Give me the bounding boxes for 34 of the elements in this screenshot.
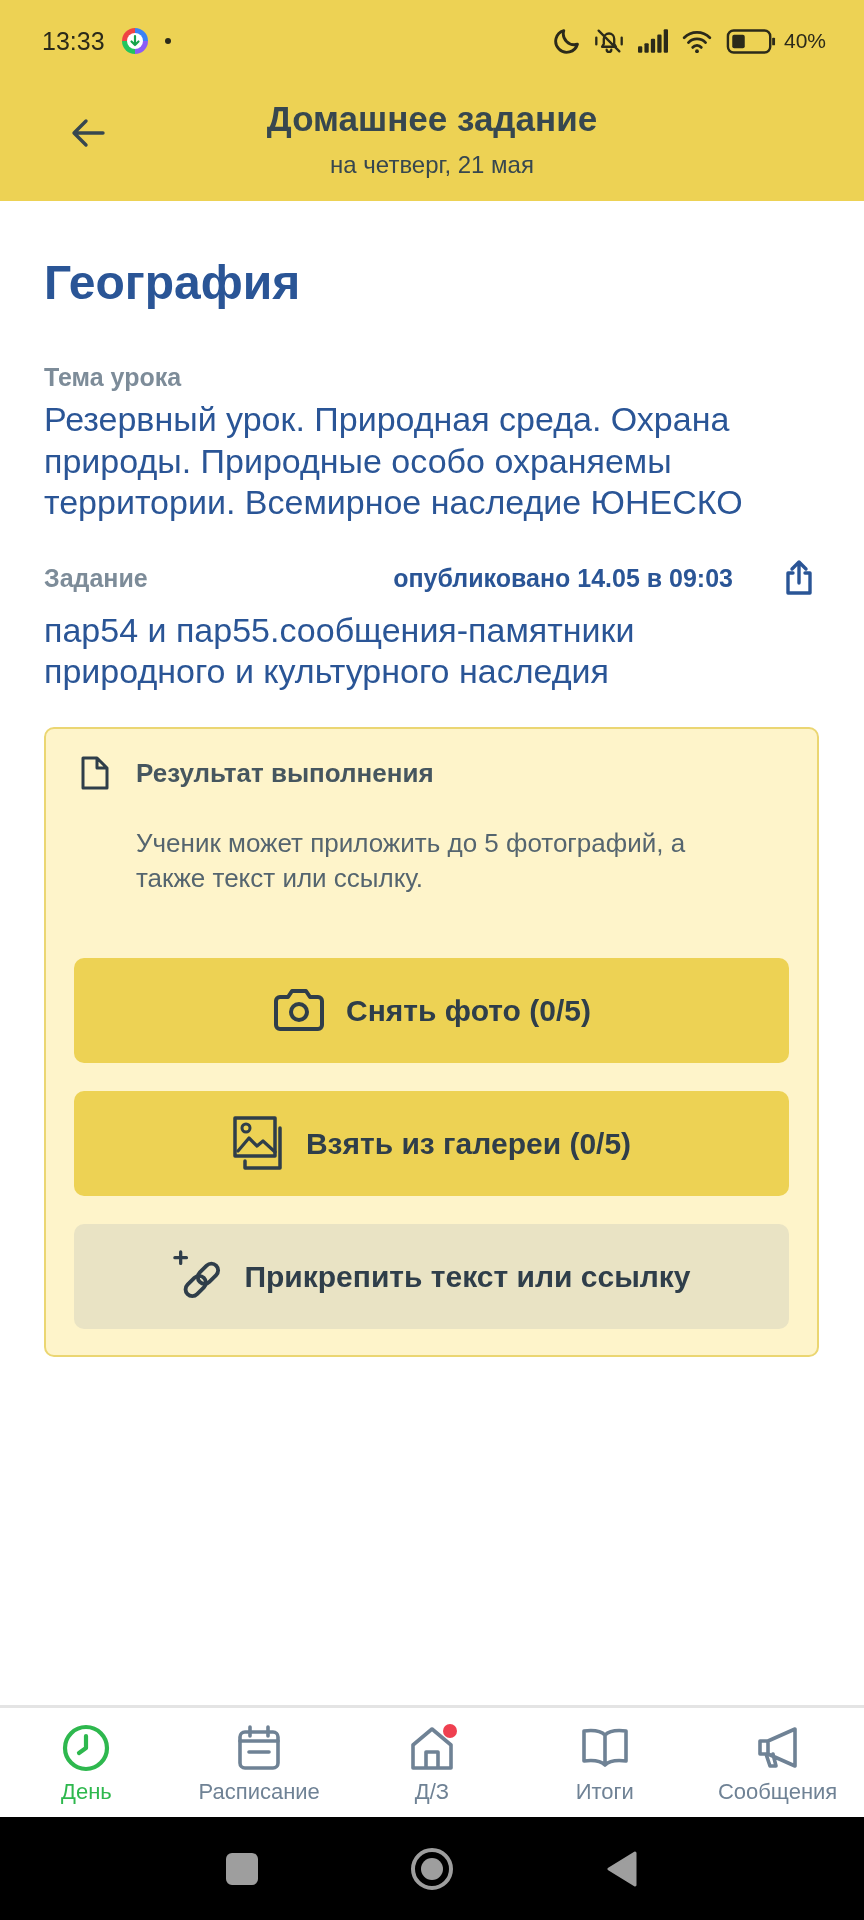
assignment-text: пар54 и пар55.сообщения-памятники природного и культурного наследия (44, 609, 636, 692)
mute-icon (593, 28, 624, 54)
published-date: опубликовано 14.05 в 09:03 (393, 562, 733, 594)
home-icon[interactable] (410, 1846, 454, 1891)
battery-icon (725, 28, 776, 54)
document-icon (80, 754, 110, 791)
take-photo-button[interactable]: Снять фото (0/5) (74, 957, 789, 1063)
nav-tab[interactable]: День (0, 1708, 173, 1817)
recents-icon[interactable] (226, 1852, 258, 1885)
signal-icon (637, 29, 668, 53)
gallery-button[interactable]: Взять из галереи (0/5) (74, 1090, 789, 1196)
attach-link-button[interactable]: Прикрепить текст или ссылку (74, 1223, 789, 1329)
moon-icon (553, 28, 580, 54)
clock-time: 13:33 (42, 26, 105, 56)
house-icon (408, 1724, 456, 1772)
clock-icon (62, 1724, 111, 1772)
nav-tab[interactable]: Сообщения (691, 1708, 864, 1817)
camera-icon (272, 987, 327, 1033)
wifi-icon (681, 29, 712, 53)
nav-tab[interactable]: Итоги (518, 1708, 692, 1817)
app-notification-icon (120, 27, 149, 55)
nav-tab[interactable]: Расписание (172, 1708, 346, 1817)
result-title: Результат выполнения (136, 756, 434, 789)
subject-title: География (44, 255, 302, 311)
page-subtitle: на четверг, 21 мая (329, 150, 535, 180)
nav-tab[interactable]: Д/З (345, 1708, 519, 1817)
result-hint: Ученик может приложить до 5 фотографий, а также текст или ссылку. (136, 826, 687, 895)
assignment-label: Задание (44, 562, 148, 594)
page-title: Домашнее задание (265, 99, 599, 139)
notification-dot-icon (164, 38, 171, 44)
topic-label: Тема урока (44, 362, 183, 393)
topic-text: Резервный урок. Природная среда. Охрана природы. Природные особо охраняемы территории. Всемирное наследие ЮНЕСКО (44, 399, 744, 523)
back-icon[interactable] (606, 1850, 638, 1887)
battery-percent: 40% (783, 28, 826, 54)
